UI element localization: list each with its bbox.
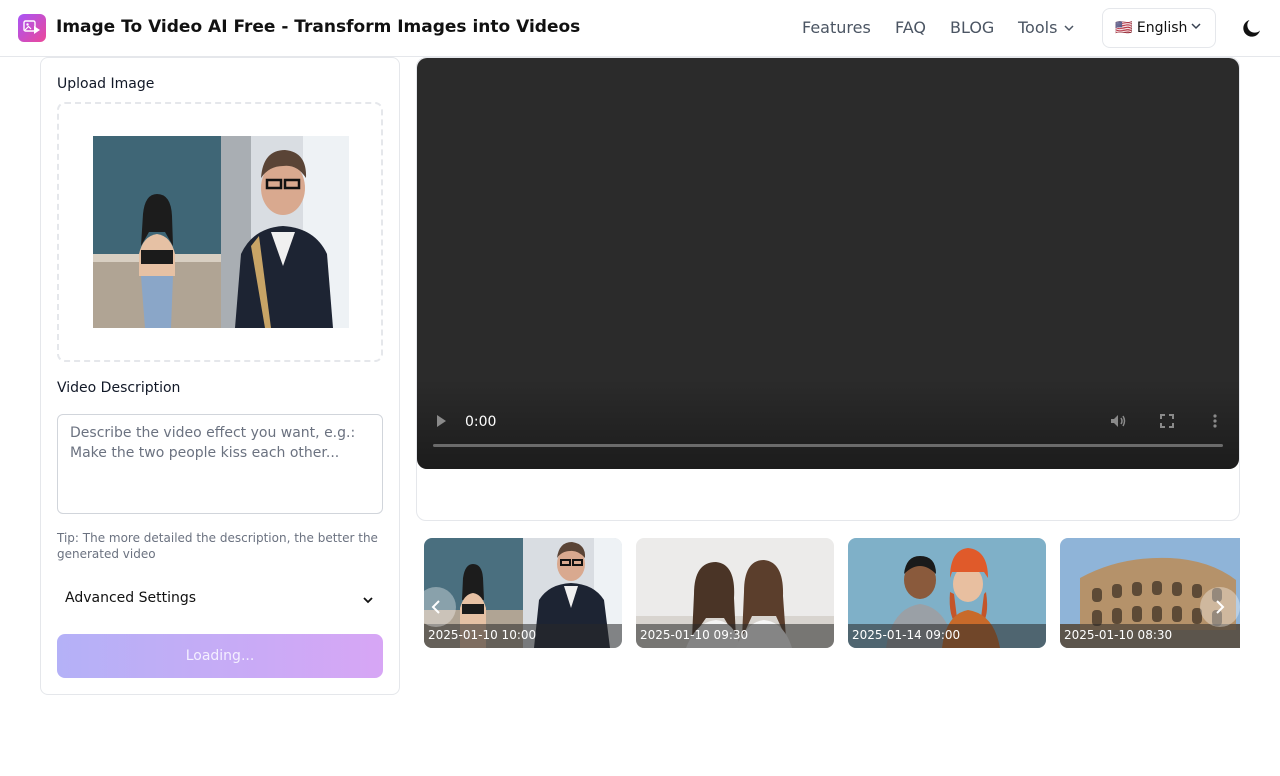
video-time: 0:00	[465, 414, 497, 430]
nav-features[interactable]: Features	[802, 18, 871, 37]
chevron-down-icon	[1063, 19, 1075, 38]
advanced-settings-toggle[interactable]: Advanced Settings	[57, 580, 383, 616]
nav-tools-label: Tools	[1018, 18, 1058, 37]
upload-image-label: Upload Image	[57, 76, 155, 92]
site-header: Image To Video AI Free - Transform Image…	[0, 0, 1280, 57]
gallery-timestamp: 2025-01-10 09:30	[636, 624, 834, 648]
site-title[interactable]: Image To Video AI Free - Transform Image…	[56, 17, 580, 37]
advanced-settings-label: Advanced Settings	[65, 590, 197, 606]
moon-icon[interactable]	[1240, 16, 1264, 40]
upload-dropzone[interactable]	[57, 102, 383, 362]
gallery-timestamp: 2025-01-14 09:00	[848, 624, 1046, 648]
nav-faq[interactable]: FAQ	[895, 18, 926, 37]
nav-tools[interactable]: Tools	[1018, 18, 1075, 38]
gallery-item[interactable]: 2025-01-10 10:00	[424, 538, 622, 648]
gallery-prev-button[interactable]	[416, 587, 456, 627]
description-tip: Tip: The more detailed the description, …	[57, 531, 378, 561]
chevron-left-icon	[431, 600, 440, 614]
chevron-right-icon	[1216, 600, 1225, 614]
chevron-down-icon	[1190, 20, 1202, 36]
uploaded-image-preview	[93, 136, 349, 328]
fullscreen-icon[interactable]	[1159, 413, 1175, 433]
chevron-down-icon	[361, 592, 375, 611]
gallery-item[interactable]: 2025-01-14 09:00	[848, 538, 1046, 648]
gallery-next-button[interactable]	[1200, 587, 1240, 627]
app-logo-icon[interactable]	[18, 14, 46, 42]
gallery-item[interactable]: 2025-01-10 09:30	[636, 538, 834, 648]
gallery-timestamp: 2025-01-10 08:30	[1060, 624, 1240, 648]
video-progress-bar[interactable]	[433, 444, 1223, 447]
example-gallery: 2025-01-10 10:00 2025-01-10 09:30 2025-0…	[416, 537, 1240, 649]
generate-button[interactable]: Loading...	[57, 634, 383, 678]
language-label: 🇺🇸 English	[1115, 20, 1188, 36]
video-description-input[interactable]	[57, 414, 383, 514]
generator-panel: Upload Image Video Description Describe …	[40, 57, 400, 695]
gallery-timestamp: 2025-01-10 10:00	[424, 624, 622, 648]
play-icon[interactable]	[433, 413, 449, 433]
more-options-icon[interactable]	[1207, 413, 1223, 433]
video-description-label: Video Description	[57, 380, 181, 396]
volume-icon[interactable]	[1109, 413, 1127, 433]
video-player[interactable]: 0:00	[417, 58, 1239, 469]
nav-blog[interactable]: BLOG	[950, 18, 994, 37]
language-selector[interactable]: 🇺🇸 English	[1102, 8, 1216, 48]
